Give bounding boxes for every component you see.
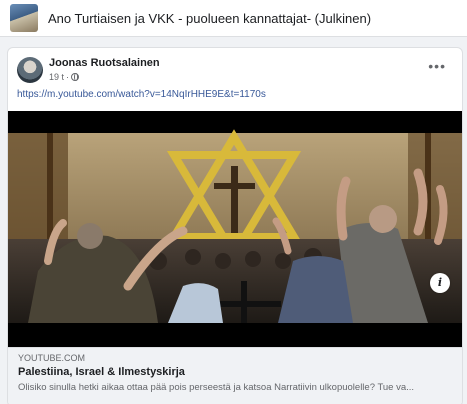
preview-description: Olisiko sinulla hetki aikaa ottaa pää po… [18, 382, 415, 393]
post-link[interactable]: https://m.youtube.com/watch?v=14NqIrHHE9… [17, 89, 266, 100]
post-time[interactable]: 19 t [49, 72, 64, 82]
group-title[interactable]: Ano Turtiaisen ja VKK - puolueen kannatt… [48, 11, 371, 26]
link-preview[interactable]: YOUTUBE.COM Palestiina, Israel & Ilmesty… [8, 347, 462, 404]
info-icon[interactable]: i [430, 273, 450, 293]
post-meta: 19 t · [49, 72, 80, 82]
more-options-icon[interactable]: ••• [428, 59, 446, 73]
video-thumbnail[interactable] [8, 111, 462, 347]
group-header: Ano Turtiaisen ja VKK - puolueen kannatt… [0, 0, 467, 37]
group-thumbnail[interactable] [10, 4, 38, 32]
video-thumbnail-image [8, 111, 462, 347]
avatar[interactable] [17, 57, 43, 83]
preview-title[interactable]: Palestiina, Israel & Ilmestyskirja [18, 366, 185, 378]
post-author[interactable]: Joonas Ruotsalainen [49, 57, 160, 69]
globe-icon [71, 73, 80, 81]
preview-domain: YOUTUBE.COM [18, 353, 86, 363]
post-card: Joonas Ruotsalainen 19 t · ••• https://m… [7, 47, 463, 404]
